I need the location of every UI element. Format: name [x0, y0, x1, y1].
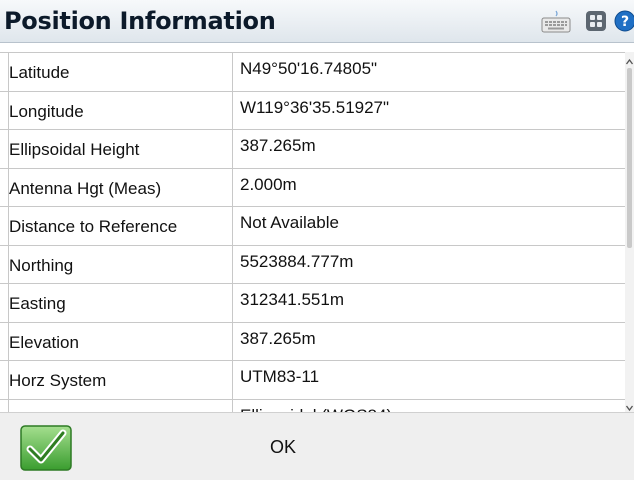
row-value: UTM83-11 [240, 367, 320, 386]
title-bar: Position Information ? [0, 0, 634, 43]
table-row[interactable]: Ellipsoidal Height 387.265m [0, 130, 625, 169]
row-value: 387.265m [240, 136, 316, 155]
row-label: Latitude [9, 63, 70, 82]
row-value: 2.000m [240, 174, 297, 194]
row-label: Easting [9, 294, 66, 313]
scrollbar-thumb[interactable] [627, 68, 632, 248]
row-value: Ellipsoidal (WGS84) [240, 400, 625, 413]
row-value: Not Available [240, 213, 339, 232]
table-row[interactable]: Northing 5523884.777m [0, 246, 625, 284]
table-row[interactable]: Vert System Ellipsoidal (WGS84) [0, 400, 625, 413]
table-row[interactable]: Antenna Hgt (Meas) 2.000m [0, 169, 625, 207]
column-divider [232, 52, 233, 412]
ok-button[interactable]: OK [90, 413, 634, 480]
apps-icon[interactable] [585, 10, 607, 37]
table-row[interactable]: Elevation 387.265m [0, 323, 625, 361]
row-label: Northing [9, 255, 74, 275]
row-label: Horz System [9, 371, 107, 390]
row-value: 312341.551m [240, 290, 344, 309]
row-label: Vert System [9, 400, 231, 413]
row-label: Antenna Hgt (Meas) [9, 178, 162, 198]
row-value: 5523884.777m [240, 251, 354, 271]
row-label: Ellipsoidal Height [9, 140, 140, 159]
checkmark-icon[interactable] [20, 425, 72, 476]
table-row[interactable]: Easting 312341.551m [0, 284, 625, 323]
row-value: 387.265m [240, 328, 316, 348]
page-title: Position Information [4, 7, 276, 35]
row-value: N49°50'16.74805" [240, 59, 378, 78]
position-table: Latitude N49°50'16.74805" Longitude W119… [0, 52, 625, 412]
table-row[interactable]: Latitude N49°50'16.74805" [0, 53, 625, 92]
row-label: Elevation [9, 332, 79, 352]
scroll-up-icon[interactable] [625, 54, 634, 65]
keyboard-icon[interactable] [541, 10, 571, 39]
row-label: Longitude [9, 101, 84, 121]
table-row[interactable]: Horz System UTM83-11 [0, 361, 625, 400]
footer-bar: OK [0, 412, 634, 480]
table-left-border [8, 52, 9, 412]
vertical-scrollbar[interactable] [625, 52, 634, 412]
table-row[interactable]: Longitude W119°36'35.51927" [0, 92, 625, 130]
svg-text:?: ? [621, 14, 629, 30]
help-icon[interactable]: ? [614, 10, 634, 37]
row-label: Distance to Reference [9, 217, 178, 236]
row-value: W119°36'35.51927" [240, 97, 390, 117]
scroll-down-icon[interactable] [625, 400, 634, 412]
table-row[interactable]: Distance to Reference Not Available [0, 207, 625, 246]
